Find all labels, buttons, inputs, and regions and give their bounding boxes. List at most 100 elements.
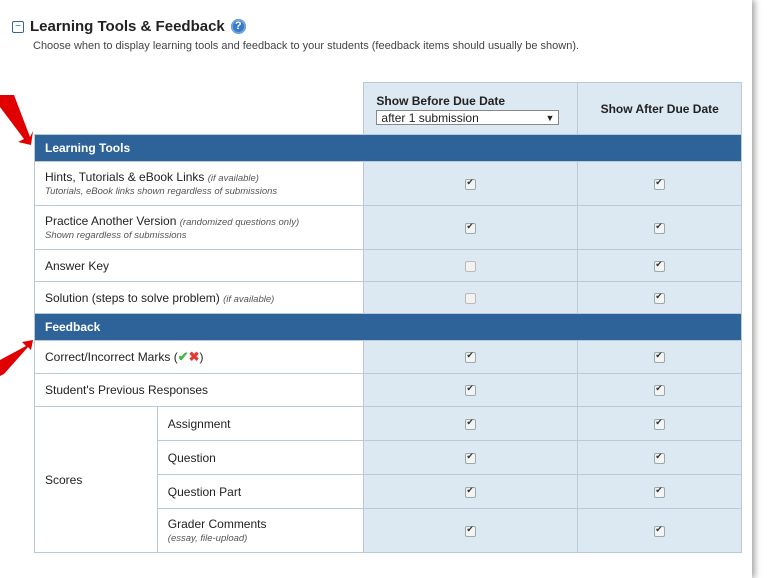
table-row: Answer Key: [33, 249, 742, 282]
previous-after-checkbox[interactable]: [654, 383, 666, 397]
hints-before-cell: [363, 161, 579, 206]
incorrect-x-icon: ✖: [188, 349, 200, 364]
column-header-before-label: Show Before Due Date: [376, 94, 506, 108]
answer-key-after-checkbox[interactable]: [654, 259, 666, 272]
previous-responses-label: Student's Previous Responses: [45, 383, 209, 397]
solution-before-cell: [363, 281, 579, 314]
table-row: Student's Previous Responses: [33, 373, 742, 407]
grader-comments-label: Grader Comments: [167, 517, 267, 531]
settings-table: Show Before Due Date after 1 submission …: [33, 82, 742, 553]
collapse-icon[interactable]: −: [12, 20, 24, 33]
marks-label-pre: Correct/Incorrect Marks (: [45, 350, 178, 364]
answer-key-after-cell: [577, 249, 742, 282]
feedback-heading: Feedback: [34, 313, 742, 341]
solution-label: Solution (steps to solve problem): [45, 290, 220, 305]
row-label-question: Question: [156, 440, 365, 475]
solution-before-checkbox[interactable]: [465, 292, 477, 304]
arrow-feedback-icon: [0, 340, 33, 376]
question-part-label: Question Part: [167, 484, 242, 499]
marks-before-cell: [363, 340, 579, 374]
practice-before-checkbox[interactable]: [465, 221, 477, 234]
learning-tools-heading: Learning Tools: [34, 134, 742, 162]
question-after-checkbox[interactable]: [654, 451, 666, 464]
solution-after-checkbox[interactable]: [654, 291, 666, 304]
practice-note: Shown regardless of submissions: [45, 230, 187, 241]
table-row: Correct/Incorrect Marks (✔✖): [33, 340, 742, 374]
practice-after-cell: [577, 205, 742, 250]
grader-before-checkbox[interactable]: [465, 524, 477, 537]
table-row: Solution (steps to solve problem) (if av…: [33, 281, 742, 314]
scores-label-cell: Scores: [34, 406, 158, 553]
before-due-date-select-value: after 1 submission: [381, 110, 479, 125]
hints-qualifier: (if available): [207, 173, 259, 184]
chevron-down-icon: ▼: [545, 112, 555, 123]
grader-comments-note: (essay, file-upload): [167, 533, 248, 544]
marks-after-checkbox[interactable]: [654, 350, 666, 364]
column-header-after-label: Show After Due Date: [600, 101, 719, 116]
answer-key-before-checkbox[interactable]: [465, 260, 477, 272]
hints-after-cell: [577, 161, 742, 206]
marks-icons: ✔✖: [178, 349, 200, 364]
marks-after-cell: [577, 340, 742, 374]
practice-label: Practice Another Version: [45, 214, 177, 228]
practice-qualifier: (randomized questions only): [179, 217, 300, 228]
table-corner: [34, 82, 364, 135]
grader-after-cell: [577, 508, 742, 553]
section-description: Choose when to display learning tools an…: [33, 40, 580, 52]
hints-label: Hints, Tutorials & eBook Links: [45, 170, 205, 184]
row-label-grader-comments: Grader Comments (essay, file-upload): [156, 508, 365, 553]
hints-note: Tutorials, eBook links shown regardless …: [45, 186, 278, 197]
column-header-before-due: Show Before Due Date after 1 submission …: [363, 82, 579, 135]
section-title: Learning Tools & Feedback: [30, 18, 225, 35]
row-label-question-part: Question Part: [156, 474, 365, 509]
table-row: Scores Assignment: [34, 406, 742, 553]
scores-label: Scores: [45, 472, 83, 487]
previous-before-cell: [363, 373, 579, 407]
grader-after-checkbox[interactable]: [654, 524, 666, 537]
question-before-checkbox[interactable]: [465, 451, 477, 464]
previous-after-cell: [577, 373, 742, 407]
practice-after-checkbox[interactable]: [654, 221, 666, 234]
feedback-header-row: Feedback: [34, 313, 742, 341]
before-due-date-select[interactable]: after 1 submission ▼: [376, 110, 560, 125]
row-label-assignment: Assignment: [156, 406, 365, 441]
question-after-cell: [577, 440, 742, 475]
grader-before-cell: [363, 508, 579, 553]
column-header-after-due: Show After Due Date: [577, 82, 742, 135]
table-row: Hints, Tutorials & eBook Links (if avail…: [33, 161, 742, 206]
question-part-after-cell: [577, 474, 742, 509]
question-part-after-checkbox[interactable]: [654, 485, 666, 498]
practice-before-cell: [363, 205, 579, 250]
assignment-after-checkbox[interactable]: [654, 417, 666, 430]
table-row: Practice Another Version (randomized que…: [33, 205, 742, 250]
answer-key-before-cell: [363, 249, 579, 282]
correct-check-icon: ✔: [177, 349, 189, 364]
row-label-marks: Correct/Incorrect Marks (✔✖): [33, 340, 365, 374]
row-label-solution: Solution (steps to solve problem) (if av…: [33, 281, 365, 314]
solution-after-cell: [577, 281, 742, 314]
help-icon[interactable]: ?: [230, 19, 246, 34]
previous-before-checkbox[interactable]: [465, 383, 477, 397]
assignment-label: Assignment: [167, 416, 231, 431]
solution-qualifier: (if available): [223, 293, 275, 305]
hints-before-checkbox[interactable]: [465, 177, 477, 190]
assignment-before-cell: [363, 406, 579, 441]
question-part-before-checkbox[interactable]: [465, 485, 477, 498]
row-label-answer-key: Answer Key: [33, 249, 365, 282]
section-header: − Learning Tools & Feedback ?: [12, 18, 246, 35]
row-label-previous-responses: Student's Previous Responses: [33, 373, 365, 407]
question-part-before-cell: [363, 474, 579, 509]
row-label-hints: Hints, Tutorials & eBook Links (if avail…: [33, 161, 365, 206]
marks-label-post: ): [199, 350, 204, 364]
question-before-cell: [363, 440, 579, 475]
arrow-learning-tools-icon: [0, 95, 33, 145]
question-label: Question: [167, 450, 216, 465]
marks-before-checkbox[interactable]: [465, 350, 477, 364]
answer-key-label: Answer Key: [45, 258, 110, 273]
settings-panel: − Learning Tools & Feedback ? Choose whe…: [0, 0, 752, 578]
assignment-before-checkbox[interactable]: [465, 417, 477, 430]
learning-tools-header-row: Learning Tools: [34, 134, 742, 162]
row-label-practice: Practice Another Version (randomized que…: [33, 205, 365, 250]
hints-after-checkbox[interactable]: [654, 177, 666, 190]
assignment-after-cell: [577, 406, 742, 441]
